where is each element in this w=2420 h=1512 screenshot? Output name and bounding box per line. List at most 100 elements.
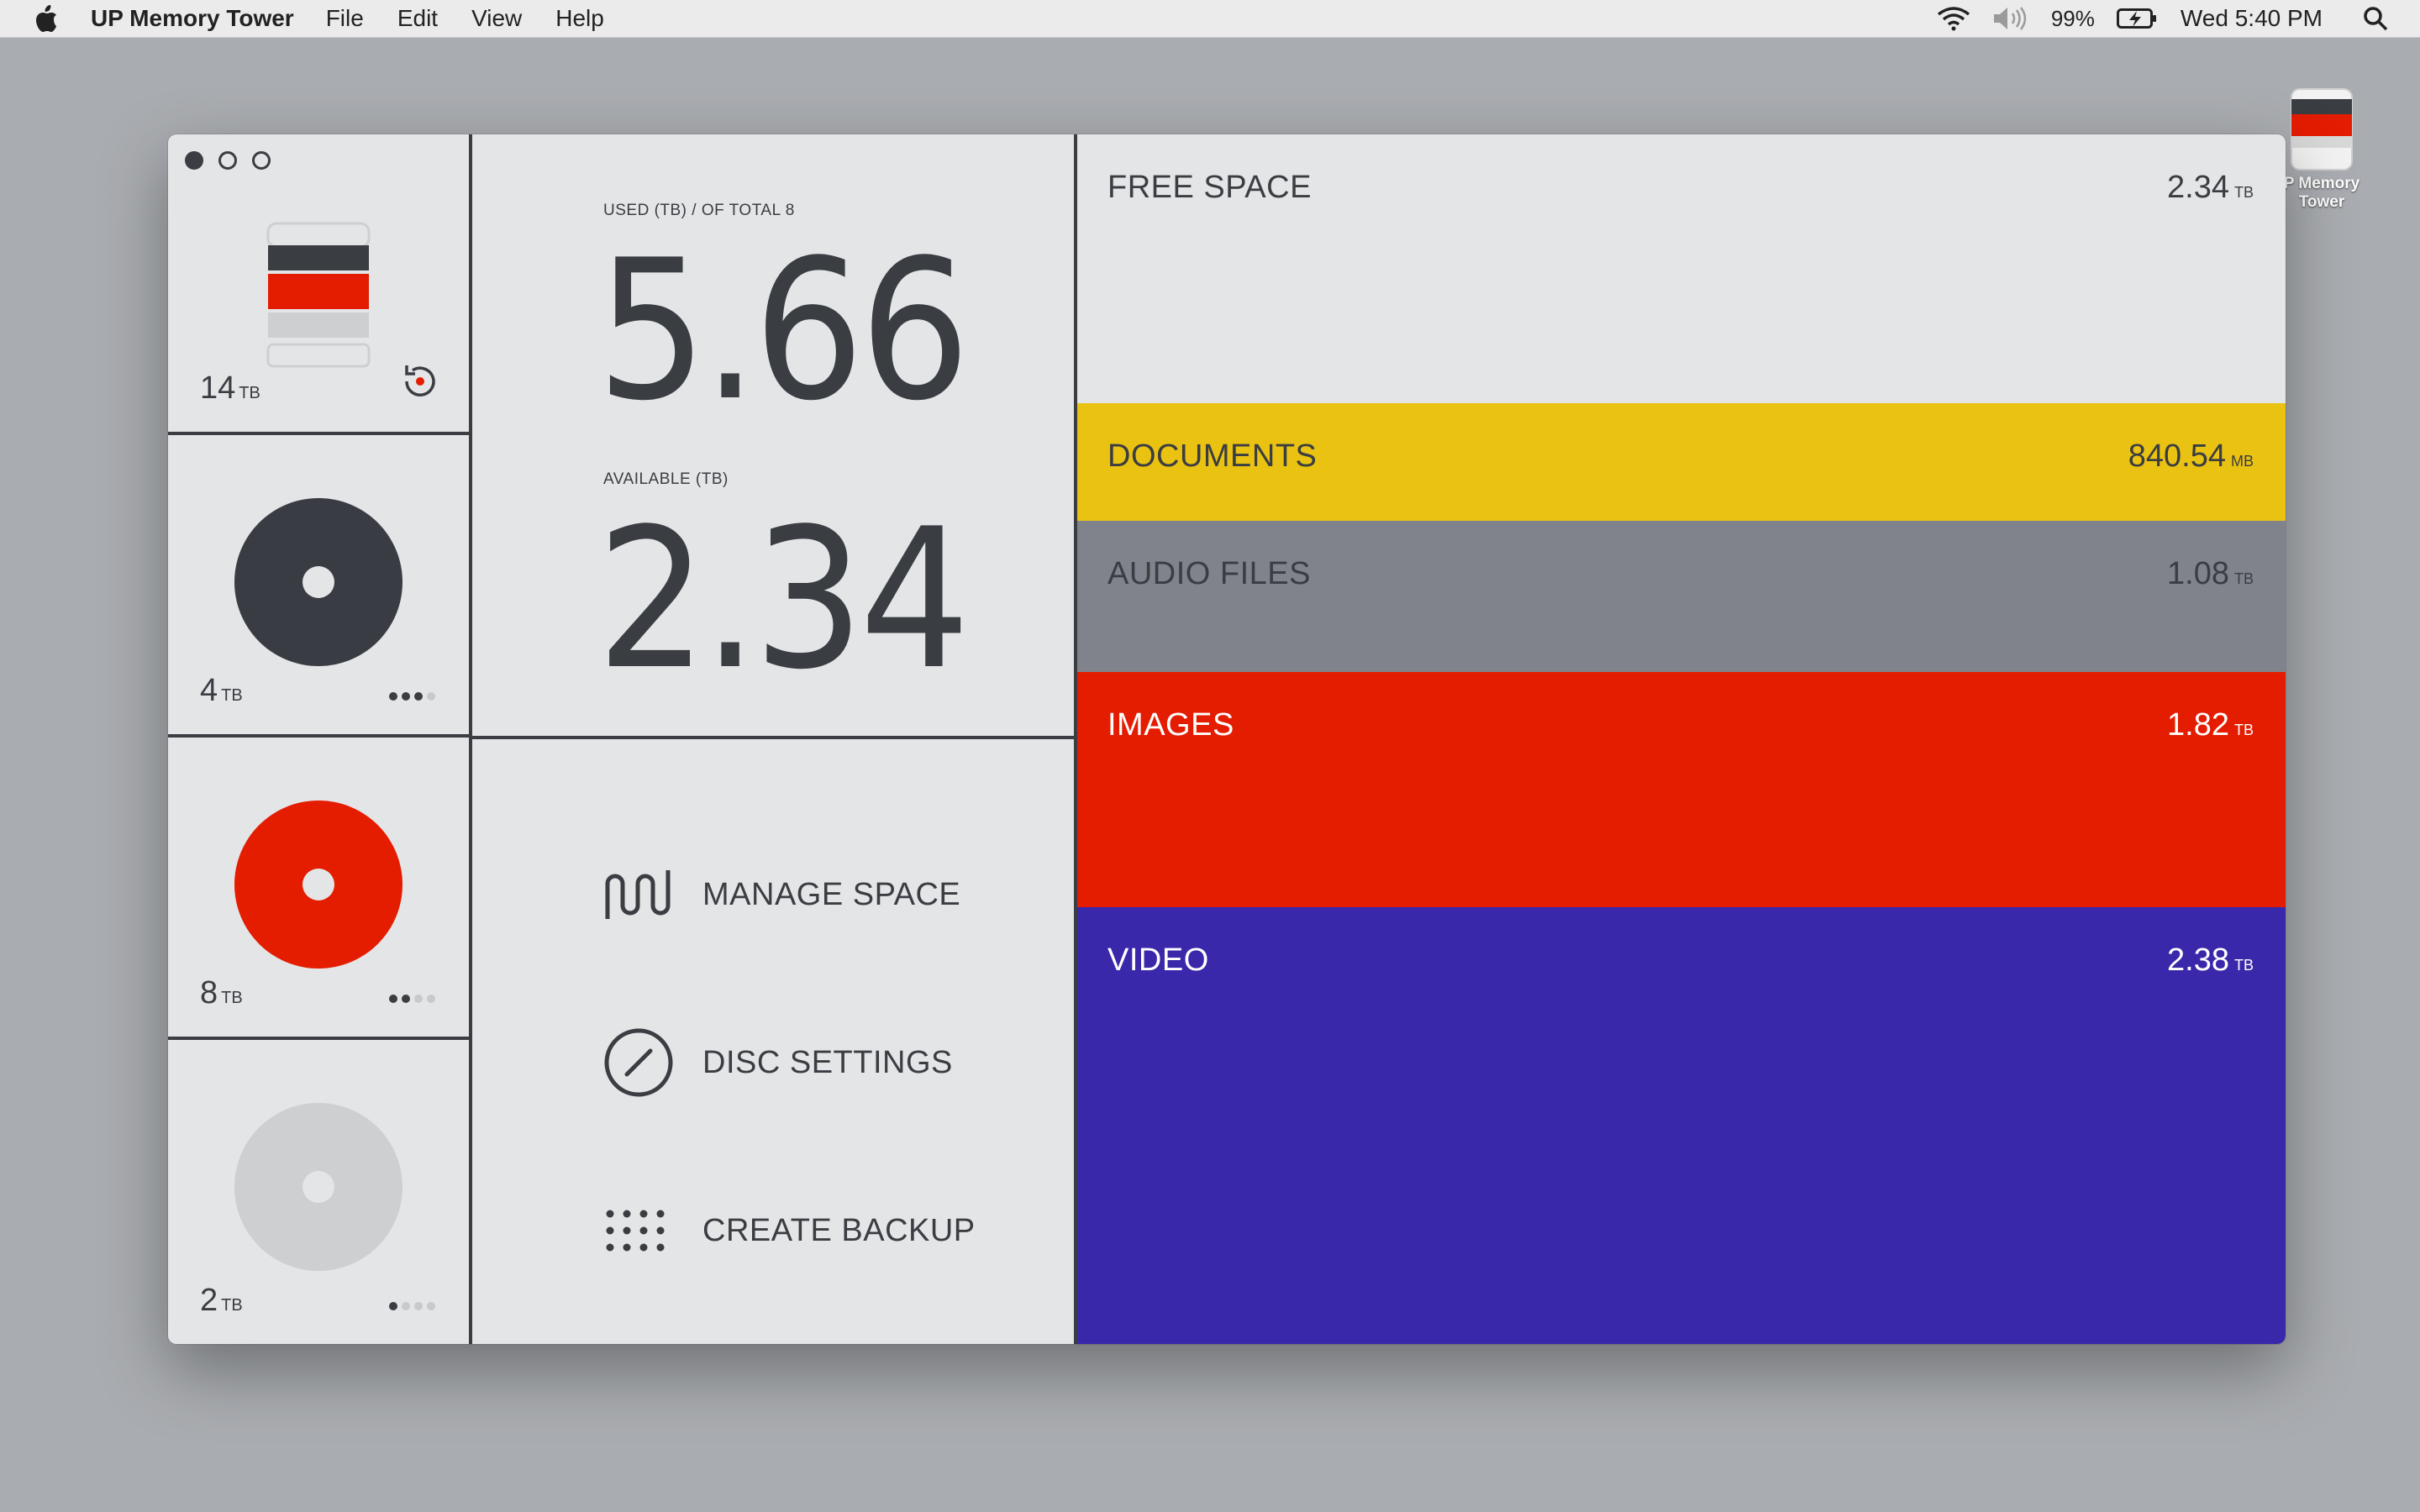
main-window: 14 TB 4 TB 8 TB 2 TB USED (TB) / OF TOTA…: [168, 134, 2286, 1344]
create-backup-button[interactable]: CREATE BACKUP: [603, 1205, 976, 1257]
usage-dot: [402, 1302, 410, 1310]
category-name: VIDEO: [1107, 942, 1209, 978]
disk-usage-dots: [385, 692, 435, 701]
grid-dot: [623, 1243, 631, 1252]
status-area: 99% Wed 5:40 PM: [1937, 0, 2420, 37]
apple-icon[interactable]: [34, 4, 59, 33]
grid-dot: [656, 1243, 665, 1252]
usage-dot: [427, 995, 435, 1003]
usage-dot: [389, 692, 397, 701]
usage-dot: [389, 1302, 397, 1310]
usage-dot: [414, 1302, 423, 1310]
usage-dot: [414, 995, 423, 1003]
category-images[interactable]: IMAGES 1.82 TB: [1077, 672, 2286, 907]
usage-dot: [427, 1302, 435, 1310]
dot-grid-icon: [606, 1210, 665, 1252]
category-amount: 1.08: [2167, 556, 2229, 591]
category-name: DOCUMENTS: [1107, 438, 1318, 474]
available-caption: AVAILABLE (TB): [603, 470, 729, 488]
refresh-icon[interactable]: [398, 361, 439, 402]
grid-dot: [606, 1226, 614, 1235]
summary-panel: USED (TB) / OF TOTAL 8 5.66 AVAILABLE (T…: [472, 134, 1074, 1344]
disk-size-value: 8: [200, 975, 218, 1011]
disc-icon: [234, 1103, 402, 1271]
used-caption: USED (TB) / OF TOTAL 8: [603, 202, 795, 219]
category-audio-files[interactable]: AUDIO FILES 1.08 TB: [1077, 521, 2286, 672]
disk-size: 4 TB: [200, 673, 243, 709]
window-controls: [185, 151, 286, 170]
category-value: 2.38 TB: [2167, 942, 2254, 979]
wave-icon: [605, 870, 671, 919]
grid-dot: [623, 1210, 631, 1218]
desktop-icon-label-line1: P Memory: [2283, 175, 2360, 192]
disk-item-2tb[interactable]: 2 TB: [168, 1042, 469, 1344]
category-free-space[interactable]: FREE SPACE 2.34 TB: [1077, 134, 2286, 403]
disk-size-value: 2: [200, 1283, 218, 1318]
category-documents[interactable]: DOCUMENTS 840.54 MB: [1077, 403, 2286, 521]
usage-dot: [402, 995, 410, 1003]
create-backup-label: CREATE BACKUP: [702, 1212, 976, 1248]
close-button[interactable]: [185, 151, 203, 170]
gauge-icon: [604, 1028, 673, 1097]
used-value: 5.66: [597, 219, 971, 444]
battery-charging-icon[interactable]: [2116, 7, 2159, 30]
disk-size: 14 TB: [200, 370, 260, 407]
category-value: 840.54 MB: [2128, 438, 2254, 475]
category-unit: TB: [2233, 184, 2254, 201]
category-unit: TB: [2233, 722, 2254, 738]
disk-item-tower[interactable]: 14 TB: [168, 134, 469, 435]
disc-settings-label: DISC SETTINGS: [702, 1044, 953, 1080]
disk-size: 8 TB: [200, 975, 243, 1011]
disk-size-unit: TB: [239, 384, 260, 402]
grid-dot: [623, 1226, 631, 1235]
grid-dot: [606, 1210, 614, 1218]
usage-dot: [389, 995, 397, 1003]
menu-view[interactable]: View: [471, 5, 522, 32]
disk-usage-dots: [385, 995, 435, 1003]
category-name: FREE SPACE: [1107, 170, 1312, 205]
category-unit: TB: [2233, 570, 2254, 587]
category-value: 2.34 TB: [2167, 170, 2254, 206]
available-value: 2.34: [597, 488, 971, 712]
category-name: AUDIO FILES: [1107, 556, 1311, 591]
category-video[interactable]: VIDEO 2.38 TB: [1077, 907, 2286, 1344]
volume-icon[interactable]: [1992, 6, 2029, 31]
disk-size-unit: TB: [221, 686, 243, 705]
disc-settings-button[interactable]: DISC SETTINGS: [603, 1028, 953, 1097]
menu-file[interactable]: File: [326, 5, 364, 32]
menu-edit[interactable]: Edit: [397, 5, 438, 32]
wifi-icon[interactable]: [1937, 6, 1970, 31]
desktop-drive-icon[interactable]: P Memory Tower: [2275, 87, 2368, 212]
manage-space-label: MANAGE SPACE: [702, 876, 961, 912]
minimize-button[interactable]: [218, 151, 237, 170]
disk-item-8tb[interactable]: 8 TB: [168, 739, 469, 1040]
category-amount: 1.82: [2167, 707, 2229, 743]
grid-dot: [639, 1210, 648, 1218]
memory-tower-drive-icon: [2291, 88, 2353, 171]
usage-dot: [414, 692, 423, 701]
search-icon[interactable]: [2363, 6, 2388, 31]
usage-dot: [402, 692, 410, 701]
disk-item-4tb[interactable]: 4 TB: [168, 437, 469, 738]
menu-bar: UP Memory Tower File Edit View Help 99% …: [0, 0, 2420, 38]
disk-size: 2 TB: [200, 1283, 243, 1319]
grid-dot: [606, 1243, 614, 1252]
battery-percent: 99%: [2050, 5, 2095, 31]
storage-breakdown: FREE SPACE 2.34 TB DOCUMENTS 840.54 MB AUD…: [1077, 134, 2286, 1344]
category-amount: 840.54: [2128, 438, 2226, 474]
disk-size-value: 4: [200, 673, 218, 708]
category-value: 1.08 TB: [2167, 556, 2254, 592]
menu-help[interactable]: Help: [555, 5, 604, 32]
disk-size-unit: TB: [221, 989, 243, 1007]
category-unit: TB: [2233, 957, 2254, 974]
usage-dot: [427, 692, 435, 701]
tower-drive-icon: [266, 222, 371, 368]
disk-size-unit: TB: [221, 1296, 243, 1315]
disc-icon: [234, 801, 402, 969]
clock[interactable]: Wed 5:40 PM: [2181, 5, 2323, 32]
app-name-menu[interactable]: UP Memory Tower: [91, 5, 294, 32]
disk-usage-dots: [385, 1302, 435, 1310]
category-amount: 2.38: [2167, 942, 2229, 978]
zoom-button[interactable]: [252, 151, 271, 170]
manage-space-button[interactable]: MANAGE SPACE: [603, 869, 960, 921]
